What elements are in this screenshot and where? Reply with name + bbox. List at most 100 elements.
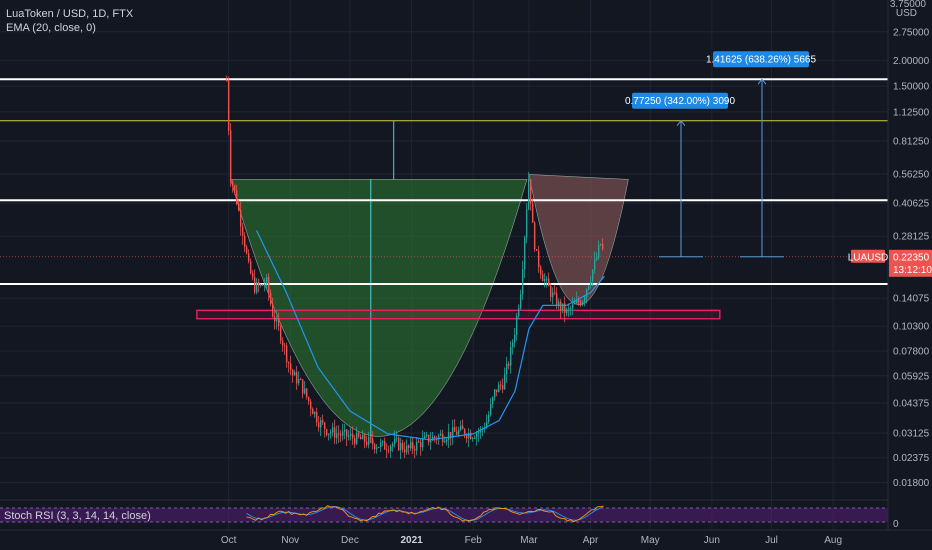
price-tick: 0.05925: [893, 371, 930, 382]
candle-body: [283, 345, 286, 347]
candle-body: [365, 442, 368, 445]
candle-body: [601, 243, 604, 249]
candle-body: [439, 434, 442, 436]
candle-body: [401, 442, 404, 450]
candle-body: [397, 438, 400, 450]
candle-body: [279, 325, 282, 341]
candle-body: [541, 274, 544, 281]
candle-body: [399, 442, 402, 450]
candle-body: [551, 292, 554, 298]
candle-body: [357, 432, 360, 437]
candle-body: [477, 432, 480, 434]
candle-body: [361, 434, 364, 440]
time-tick: May: [641, 535, 660, 546]
price-tick: 0.14075: [893, 294, 930, 305]
candle-body: [591, 269, 594, 282]
candle-body: [519, 294, 522, 309]
candle-body: [343, 429, 346, 432]
candle-body: [465, 435, 468, 439]
price-tick: 2.75000: [893, 27, 930, 38]
price-tick: 0.03125: [893, 429, 930, 440]
candle-body: [295, 372, 298, 384]
candle-body: [255, 282, 258, 293]
symbol-legend[interactable]: LuaToken / USD, 1D, FTX: [6, 8, 133, 20]
candle-body: [341, 431, 344, 436]
candle-body: [585, 289, 588, 298]
candle-body: [453, 427, 456, 432]
candle-body: [335, 433, 338, 438]
candle-body: [231, 181, 234, 186]
candle-body: [567, 308, 570, 310]
candle-body: [265, 276, 268, 285]
candle-body: [589, 281, 592, 286]
candle-body: [243, 235, 246, 248]
candle-body: [531, 203, 534, 223]
candle-body: [543, 279, 546, 281]
candle-body: [249, 261, 252, 274]
candle-body: [329, 432, 332, 434]
candle-body: [291, 369, 294, 376]
candle-body: [529, 179, 532, 204]
candle-body: [417, 441, 420, 443]
candle-body: [579, 302, 582, 305]
time-tick: Jun: [704, 535, 720, 546]
candle-body: [409, 442, 412, 448]
candle-body: [353, 438, 356, 444]
candle-body: [555, 293, 558, 307]
candle-body: [445, 439, 448, 442]
candle-body: [285, 345, 288, 363]
candle-body: [573, 303, 576, 305]
price-axis-unit: USD: [896, 8, 917, 19]
candle-body: [305, 388, 308, 398]
candle-body: [233, 185, 236, 191]
ema-legend[interactable]: EMA (20, close, 0): [6, 22, 96, 34]
candle-body: [527, 179, 530, 210]
candle-body: [245, 247, 248, 254]
candle-body: [569, 308, 572, 310]
candle-body: [599, 243, 602, 246]
candle-body: [467, 432, 470, 439]
candle-body: [225, 80, 228, 82]
time-tick: Apr: [583, 535, 599, 546]
candle-body: [309, 401, 312, 409]
candle-body: [251, 273, 254, 278]
candle-body: [403, 449, 406, 453]
price-tick: 1.50000: [893, 82, 930, 93]
candle-body: [457, 430, 460, 435]
candle-body: [393, 438, 396, 444]
candle-body: [289, 363, 292, 370]
candle-body: [287, 362, 290, 364]
price-tick: 0.40625: [893, 199, 930, 210]
candle-body: [595, 257, 598, 260]
price-tag-value: 0.22350: [893, 252, 930, 263]
candle-body: [505, 363, 508, 375]
candle-body: [379, 442, 382, 448]
candle-body: [515, 315, 518, 335]
stoch-rsi-legend[interactable]: Stoch RSI (3, 3, 14, 14, close): [4, 510, 151, 522]
candle-body: [473, 437, 476, 439]
price-tick: 1.12500: [893, 107, 930, 118]
candle-body: [463, 429, 466, 436]
candle-body: [539, 267, 542, 275]
candle-body: [455, 431, 458, 435]
candle-body: [299, 378, 302, 380]
candle-body: [355, 432, 358, 444]
candle-body: [535, 249, 538, 251]
candle-body: [503, 374, 506, 390]
price-tick: 0.56250: [893, 170, 930, 181]
candle-body: [323, 422, 326, 430]
candle-body: [433, 436, 436, 438]
candle-body: [331, 427, 334, 433]
candle-body: [415, 441, 418, 451]
price-tick: 0.02375: [893, 453, 930, 464]
candle-body: [577, 300, 580, 303]
candle-body: [275, 318, 278, 322]
time-tick: Jul: [765, 535, 778, 546]
candle-body: [509, 347, 512, 366]
candle-body: [271, 304, 274, 317]
candle-body: [537, 250, 540, 268]
price-chart[interactable]: 1.41625 (638.26%) 5665 0.77250 (342.00%) …: [0, 0, 932, 550]
candle-body: [583, 297, 586, 302]
candle-body: [391, 443, 394, 447]
candle-body: [447, 431, 450, 440]
